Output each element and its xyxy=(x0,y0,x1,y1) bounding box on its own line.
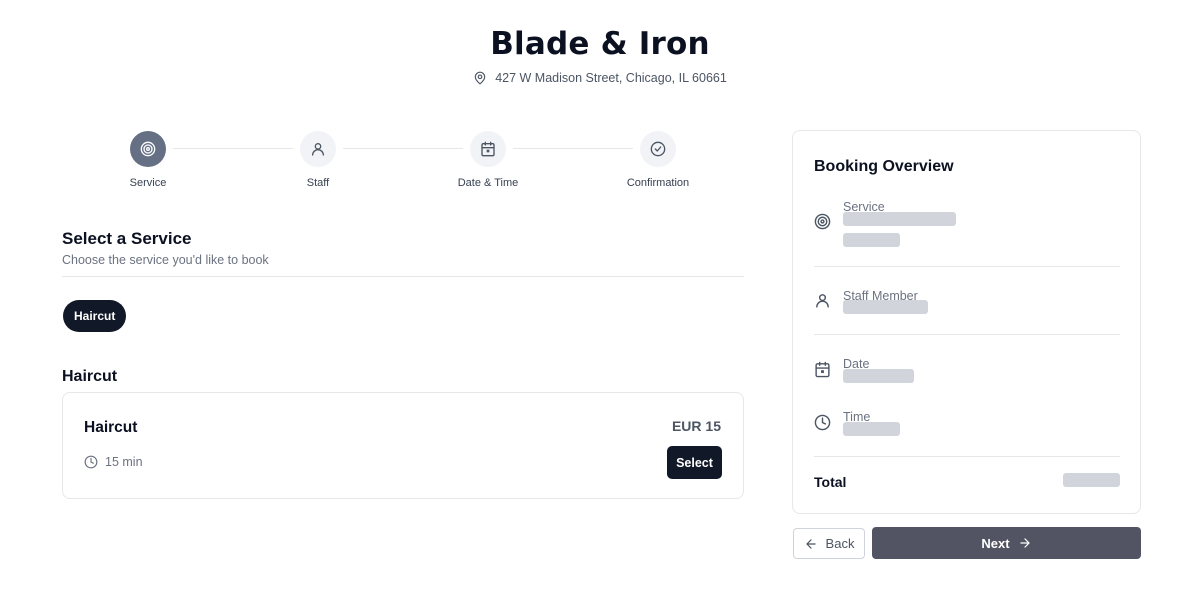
step-staff[interactable]: Staff xyxy=(268,131,368,189)
duration-text: 15 min xyxy=(105,455,143,469)
map-pin-icon xyxy=(474,71,486,85)
overview-date-row: Date xyxy=(814,357,1120,387)
overview-service-row: Service xyxy=(814,200,1120,250)
step-confirmation-circle xyxy=(640,131,676,167)
step-label: Confirmation xyxy=(626,177,690,189)
step-service[interactable]: Service xyxy=(98,131,198,189)
next-button[interactable]: Next xyxy=(872,527,1141,559)
overview-total-label: Total xyxy=(814,474,847,490)
shop-header: Blade & Iron 427 W Madison Street, Chica… xyxy=(0,26,1200,85)
calendar-icon xyxy=(481,141,495,157)
arrow-right-icon xyxy=(1019,538,1030,548)
service-price: EUR 15 xyxy=(671,418,721,434)
overview-staff-row: Staff Member xyxy=(814,289,1120,319)
user-icon xyxy=(312,143,324,156)
service-name-skeleton xyxy=(843,212,956,226)
calendar-icon xyxy=(814,361,831,378)
shop-name: Blade & Iron xyxy=(490,26,710,62)
select-service-button[interactable]: Select xyxy=(667,446,722,479)
user-icon xyxy=(814,292,831,309)
shop-address: 427 W Madison Street, Chicago, IL 60661 xyxy=(0,71,1200,85)
service-name: Haircut xyxy=(84,419,138,436)
overview-time-row: Time xyxy=(814,410,1120,440)
step-label: Service xyxy=(129,177,167,189)
category-chip-haircut[interactable]: Haircut xyxy=(63,300,127,332)
clock-icon xyxy=(814,414,831,431)
check-circle-icon xyxy=(650,141,666,157)
clock-icon xyxy=(84,455,98,469)
service-section-header: Select a Service Choose the service you'… xyxy=(62,229,744,277)
service-price-skeleton xyxy=(843,233,900,247)
section-title: Select a Service xyxy=(62,229,192,248)
step-date-time-circle xyxy=(470,131,506,167)
section-subtitle: Choose the service you'd like to book xyxy=(62,253,269,267)
overview-divider xyxy=(814,266,1120,267)
total-skeleton xyxy=(1063,473,1120,487)
service-group-title: Haircut xyxy=(62,368,118,385)
booking-stepper: Service Staff Date & Time Confirmation xyxy=(62,131,744,201)
date-skeleton xyxy=(843,369,914,383)
arrow-left-icon xyxy=(805,538,816,549)
staff-skeleton xyxy=(843,300,928,314)
next-button-label: Next xyxy=(981,535,1010,551)
service-duration: 15 min xyxy=(84,455,143,469)
step-confirmation[interactable]: Confirmation xyxy=(608,131,708,189)
step-staff-circle xyxy=(300,131,336,167)
time-skeleton xyxy=(843,422,900,436)
overview-title: Booking Overview xyxy=(814,158,954,175)
booking-overview-panel: Booking Overview Service Staff Member Da… xyxy=(792,130,1141,514)
step-service-circle xyxy=(130,131,166,167)
target-icon xyxy=(814,213,831,230)
step-date-time[interactable]: Date & Time xyxy=(438,131,538,189)
back-button[interactable]: Back xyxy=(793,528,865,559)
overview-divider xyxy=(814,456,1120,457)
address-text: 427 W Madison Street, Chicago, IL 60661 xyxy=(495,71,727,85)
target-icon xyxy=(140,141,156,157)
back-button-label: Back xyxy=(825,536,855,551)
step-label: Staff xyxy=(306,177,330,189)
service-card[interactable]: Haircut EUR 15 15 min Select xyxy=(62,392,744,499)
overview-divider xyxy=(814,334,1120,335)
step-label: Date & Time xyxy=(457,177,519,189)
